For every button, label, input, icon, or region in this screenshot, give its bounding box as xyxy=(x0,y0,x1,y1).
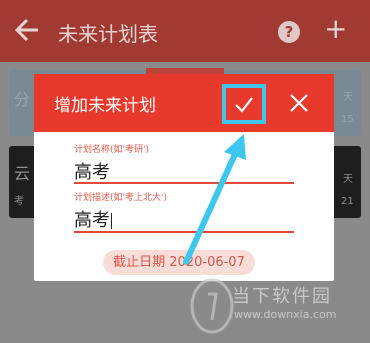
watermark-text: 当下软件园 xyxy=(232,286,332,307)
watermark-url: www.downxia.com xyxy=(234,308,337,321)
